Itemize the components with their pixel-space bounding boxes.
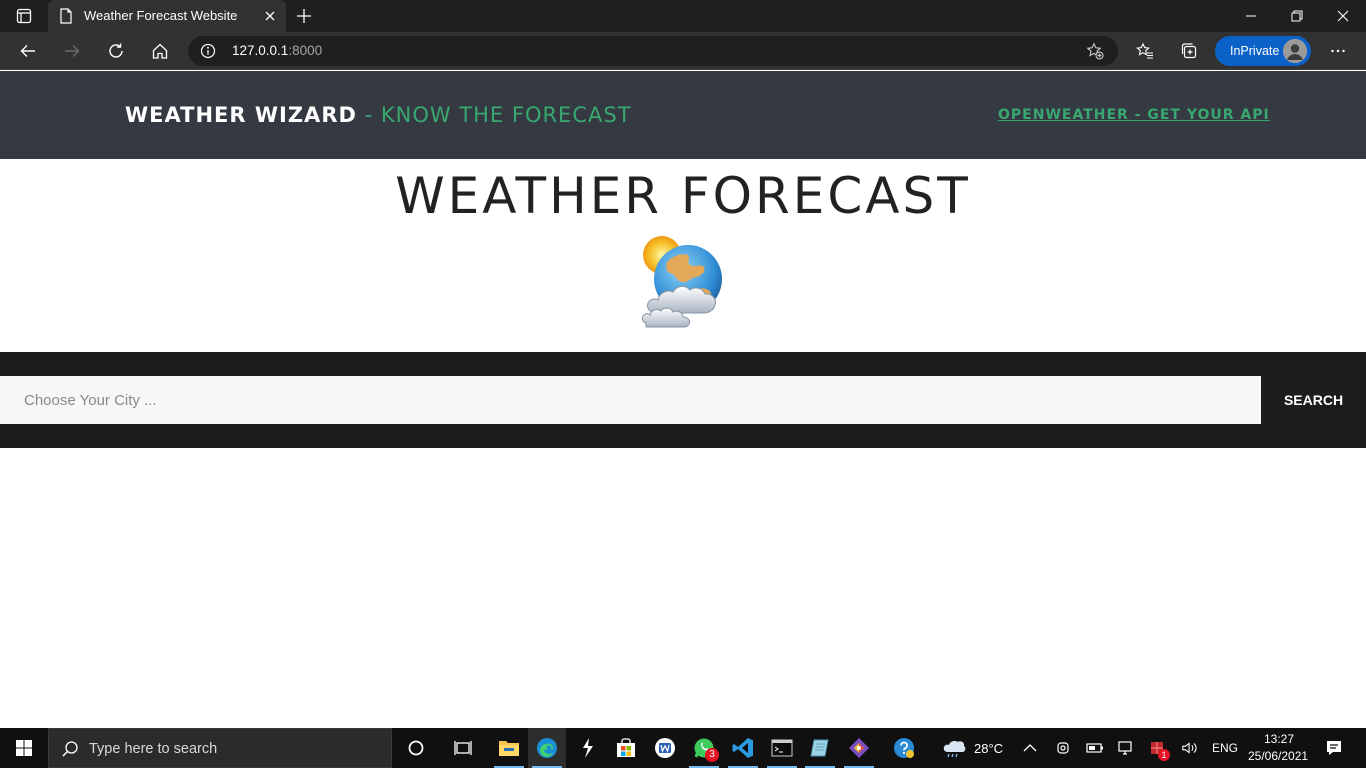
back-icon[interactable] bbox=[17, 40, 39, 62]
whatsapp-icon[interactable]: 3 bbox=[685, 728, 723, 768]
browser-tab-bar: Weather Forecast Website bbox=[0, 0, 1366, 32]
battery-icon[interactable] bbox=[1086, 739, 1104, 757]
notes-app-icon[interactable] bbox=[801, 728, 839, 768]
refresh-icon[interactable] bbox=[105, 40, 127, 62]
clock-time[interactable]: 13:27 bbox=[1264, 732, 1294, 746]
tab-actions-icon[interactable] bbox=[8, 6, 40, 26]
file-explorer-icon[interactable] bbox=[490, 728, 528, 768]
tab-title: Weather Forecast Website bbox=[84, 8, 238, 23]
close-window-icon[interactable] bbox=[1331, 4, 1355, 28]
help-icon[interactable] bbox=[885, 728, 923, 768]
new-tab-icon[interactable] bbox=[294, 6, 314, 26]
edge-browser-icon[interactable] bbox=[528, 728, 566, 768]
task-view-icon[interactable] bbox=[445, 728, 483, 768]
search-section: SEARCH bbox=[0, 352, 1366, 448]
brand-main: WEATHER WIZARD bbox=[125, 103, 357, 127]
site-header: WEATHER WIZARD - KNOW THE FORECAST OPENW… bbox=[0, 71, 1366, 159]
clock-date[interactable]: 25/06/2021 bbox=[1248, 749, 1308, 763]
city-search-input[interactable] bbox=[0, 376, 1261, 424]
vscode-icon[interactable] bbox=[724, 728, 762, 768]
minimize-icon[interactable] bbox=[1239, 4, 1263, 28]
close-tab-icon[interactable] bbox=[262, 8, 278, 24]
input-language[interactable]: ENG bbox=[1212, 741, 1238, 755]
notification-app-icon[interactable]: 1 bbox=[1148, 739, 1170, 761]
page-title: WEATHER FORECAST bbox=[395, 167, 971, 225]
start-windows-icon[interactable] bbox=[0, 728, 48, 768]
inprivate-label: InPrivate bbox=[1230, 44, 1280, 58]
brand-title[interactable]: WEATHER WIZARD - KNOW THE FORECAST bbox=[125, 103, 632, 127]
network-icon[interactable] bbox=[1117, 739, 1135, 757]
forward-icon[interactable] bbox=[61, 40, 83, 62]
volume-icon[interactable] bbox=[1181, 739, 1199, 757]
more-options-icon[interactable] bbox=[1327, 40, 1349, 62]
whatsapp-badge: 3 bbox=[705, 748, 719, 762]
git-app-icon[interactable] bbox=[840, 728, 878, 768]
add-favorite-icon[interactable] bbox=[1086, 42, 1104, 65]
favorites-icon[interactable] bbox=[1134, 40, 1156, 62]
show-hidden-icons-icon[interactable] bbox=[1021, 739, 1039, 757]
weather-temperature: 28°C bbox=[974, 741, 1004, 756]
taskbar-search-box[interactable]: Type here to search bbox=[48, 728, 392, 768]
restore-icon[interactable] bbox=[1285, 4, 1309, 28]
page-icon bbox=[59, 8, 73, 29]
tray-badge: 1 bbox=[1158, 749, 1170, 761]
terminal-icon[interactable] bbox=[763, 728, 801, 768]
url-text[interactable]: 127.0.0.1:8000 bbox=[232, 43, 322, 58]
windows-taskbar: Type here to search 3 28°C 1 ENG 13:27 2… bbox=[0, 728, 1366, 768]
cortana-icon[interactable] bbox=[397, 728, 435, 768]
word-app-icon[interactable] bbox=[646, 728, 684, 768]
url-port: :8000 bbox=[288, 43, 323, 58]
search-icon bbox=[61, 740, 79, 763]
address-bar[interactable]: 127.0.0.1:8000 bbox=[188, 36, 1118, 66]
sublime-app-icon[interactable] bbox=[568, 728, 606, 768]
microsoft-store-icon[interactable] bbox=[607, 728, 645, 768]
weather-globe-icon bbox=[638, 233, 730, 331]
hero-section: WEATHER FORECAST bbox=[0, 159, 1366, 352]
url-host: 127.0.0.1 bbox=[232, 43, 289, 58]
taskbar-search-text: Type here to search bbox=[89, 741, 218, 757]
collections-icon[interactable] bbox=[1178, 40, 1200, 62]
weather-cloud-icon[interactable] bbox=[942, 739, 966, 758]
brand-tagline: - KNOW THE FORECAST bbox=[356, 103, 632, 127]
openweather-api-link[interactable]: OPENWEATHER - GET YOUR API bbox=[998, 107, 1270, 123]
search-button[interactable]: SEARCH bbox=[1261, 376, 1366, 424]
profile-avatar bbox=[1283, 39, 1307, 63]
site-info-icon[interactable] bbox=[200, 43, 216, 64]
home-icon[interactable] bbox=[149, 40, 171, 62]
meet-now-icon[interactable] bbox=[1054, 739, 1072, 757]
inprivate-button[interactable]: InPrivate bbox=[1215, 36, 1311, 66]
browser-toolbar: 127.0.0.1:8000 InPrivate bbox=[0, 32, 1366, 70]
action-center-icon[interactable] bbox=[1324, 739, 1344, 757]
tab-weather-forecast[interactable]: Weather Forecast Website bbox=[48, 0, 286, 32]
